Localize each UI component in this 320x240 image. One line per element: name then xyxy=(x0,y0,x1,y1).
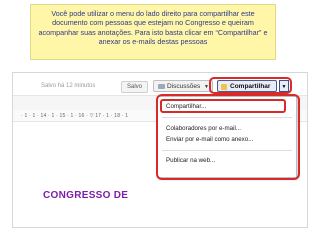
comments-icon xyxy=(158,83,165,89)
ruler-ticks: · 1 · 1 · 14 · 1 · 15 · 1 · 16 · ▽ 17 · … xyxy=(21,113,129,119)
discussions-button[interactable]: Discussões ▼ xyxy=(153,80,213,92)
document-heading: CONGRESSO DE xyxy=(43,190,129,201)
share-button-highlight xyxy=(209,77,292,94)
instruction-callout: Você pode utilizar o menu do lado direit… xyxy=(30,4,276,60)
callout-text: Você pode utilizar o menu do lado direit… xyxy=(38,9,268,46)
document-window: Salvo há 12 minutos Salvo Discussões ▼ C… xyxy=(12,72,308,228)
discussions-label: Discussões xyxy=(167,83,201,90)
share-menu-highlight xyxy=(156,94,300,180)
saved-status: Salvo há 12 minutos xyxy=(41,83,96,89)
save-button[interactable]: Salvo xyxy=(121,81,149,93)
